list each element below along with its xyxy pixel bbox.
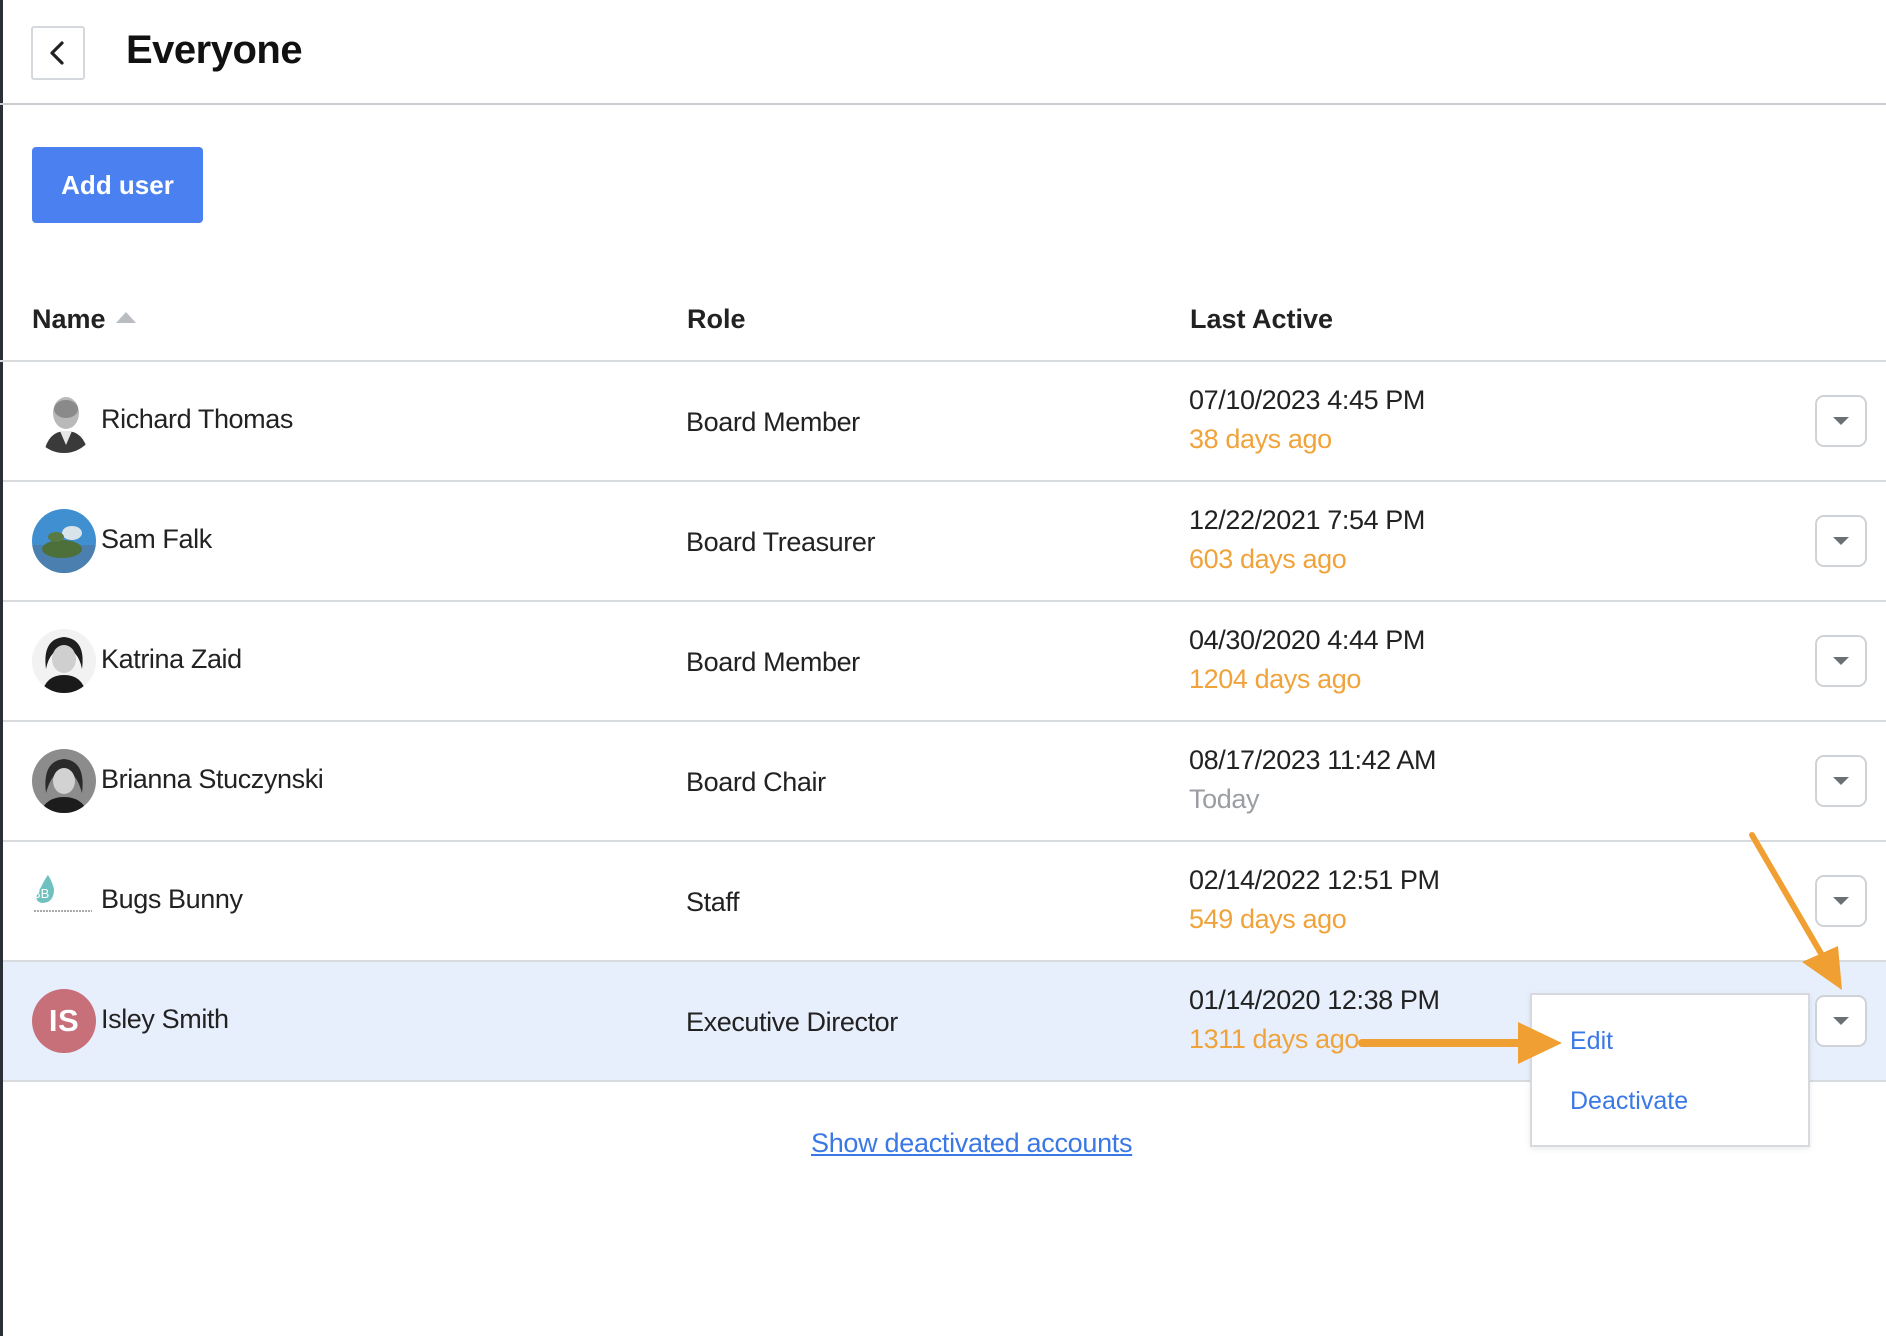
- avatar: IS: [32, 989, 96, 1053]
- user-role: Executive Director: [686, 1007, 898, 1037]
- avatar: [32, 629, 96, 693]
- user-role: Board Member: [686, 647, 860, 677]
- column-header-name[interactable]: Name: [32, 304, 136, 335]
- menu-item-edit[interactable]: Edit: [1570, 1027, 1613, 1056]
- caret-down-icon: [1833, 777, 1849, 785]
- add-user-button[interactable]: Add user: [32, 147, 203, 223]
- last-active-date: 01/14/2020 12:38 PM: [1189, 985, 1440, 1015]
- last-active-relative: 1204 days ago: [1189, 664, 1361, 694]
- avatar-initials: BB: [32, 886, 49, 901]
- table-row: Richard Thomas Board Member 07/10/2023 4…: [3, 362, 1886, 482]
- user-role: Board Chair: [686, 767, 826, 797]
- row-actions-dropdown[interactable]: [1815, 875, 1867, 927]
- last-active-date: 08/17/2023 11:42 AM: [1189, 745, 1437, 775]
- user-name: Brianna Stuczynski: [101, 764, 324, 794]
- user-name: Katrina Zaid: [101, 644, 242, 674]
- chevron-left-icon: [50, 41, 64, 65]
- column-header-last-active: Last Active: [1190, 304, 1334, 334]
- row-actions-dropdown[interactable]: [1815, 515, 1867, 567]
- sort-ascending-icon: [115, 312, 136, 324]
- user-role: Board Member: [686, 407, 860, 437]
- caret-down-icon: [1833, 537, 1849, 545]
- last-active-relative: 549 days ago: [1189, 904, 1347, 934]
- show-deactivated-link[interactable]: Show deactivated accounts: [811, 1128, 1133, 1159]
- back-button[interactable]: [31, 26, 85, 80]
- last-active-relative: 1311 days ago: [1189, 1024, 1359, 1054]
- avatar: [32, 509, 96, 573]
- user-role: Staff: [686, 887, 740, 917]
- avatar: BB: [30, 869, 96, 933]
- last-active-relative: Today: [1189, 784, 1260, 814]
- last-active-relative: 38 days ago: [1189, 424, 1332, 454]
- caret-down-icon: [1833, 1017, 1849, 1025]
- last-active-date: 07/10/2023 4:45 PM: [1189, 385, 1425, 415]
- row-actions-dropdown[interactable]: [1815, 395, 1867, 447]
- row-actions-menu: Edit Deactivate: [1530, 993, 1810, 1147]
- last-active-date: 12/22/2021 7:54 PM: [1189, 505, 1425, 535]
- table-row: Katrina Zaid Board Member 04/30/2020 4:4…: [3, 602, 1886, 722]
- avatar: [32, 749, 96, 813]
- last-active-relative: 603 days ago: [1189, 544, 1347, 574]
- user-name: Sam Falk: [101, 524, 212, 554]
- last-active-date: 02/14/2022 12:51 PM: [1189, 865, 1440, 895]
- row-actions-dropdown[interactable]: [1815, 635, 1867, 687]
- row-actions-dropdown[interactable]: [1815, 755, 1867, 807]
- user-name: Richard Thomas: [101, 404, 293, 434]
- caret-down-icon: [1833, 657, 1849, 665]
- last-active-date: 04/30/2020 4:44 PM: [1189, 625, 1425, 655]
- user-name: Bugs Bunny: [101, 884, 243, 914]
- caret-down-icon: [1833, 897, 1849, 905]
- table-row: Brianna Stuczynski Board Chair 08/17/202…: [3, 722, 1886, 842]
- table-row: Sam Falk Board Treasurer 12/22/2021 7:54…: [3, 482, 1886, 602]
- row-actions-dropdown[interactable]: [1815, 995, 1867, 1047]
- avatar-initials: IS: [48, 1003, 80, 1038]
- avatar: [32, 389, 96, 453]
- column-header-name-label: Name: [32, 304, 106, 334]
- menu-item-deactivate[interactable]: Deactivate: [1570, 1087, 1688, 1116]
- user-role: Board Treasurer: [686, 527, 876, 557]
- column-header-role: Role: [687, 304, 746, 334]
- user-name: Isley Smith: [101, 1004, 229, 1034]
- page-header: Everyone: [0, 0, 1886, 105]
- table-row: BB Bugs Bunny Staff 02/14/2022 12:51 PM …: [3, 842, 1886, 962]
- page-title: Everyone: [126, 28, 303, 72]
- caret-down-icon: [1833, 417, 1849, 425]
